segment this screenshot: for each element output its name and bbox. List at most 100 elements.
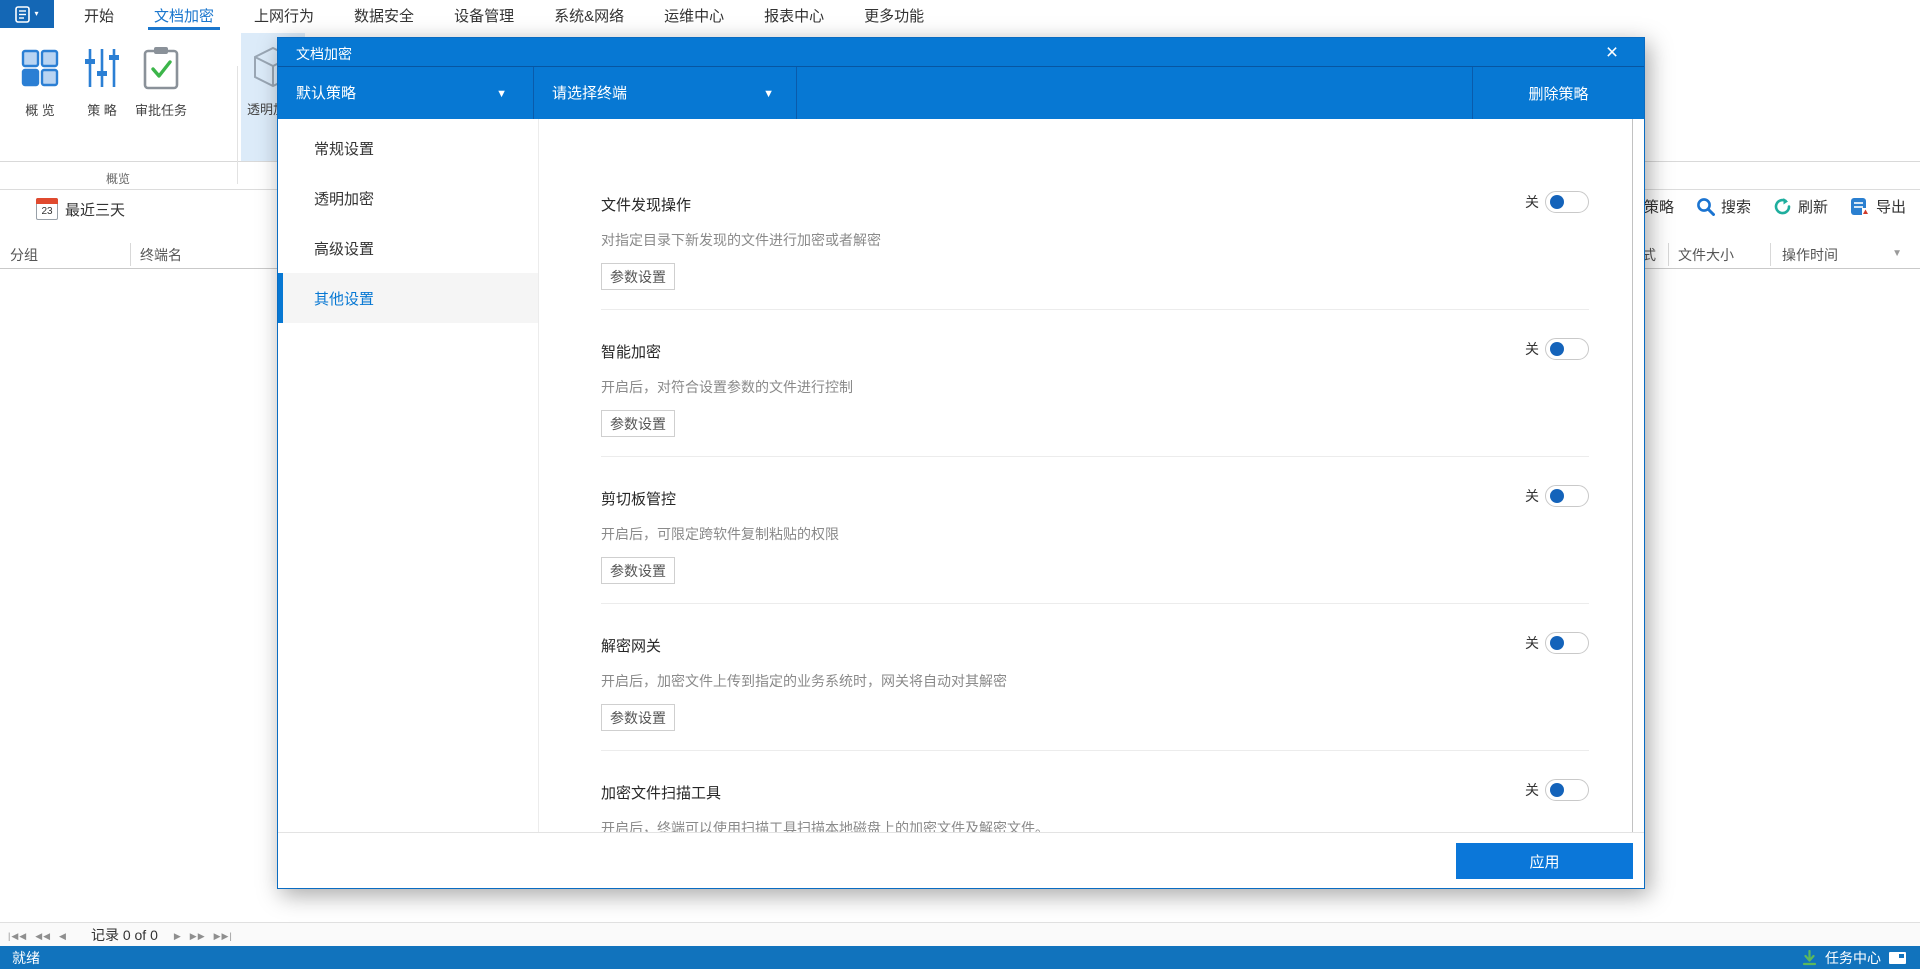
setting-section-2: 智能加密 关开启后，对符合设置参数的文件进行控制参数设置 bbox=[601, 338, 1589, 488]
toggle-switch[interactable] bbox=[1545, 338, 1589, 360]
section-divider bbox=[601, 750, 1589, 751]
param-settings-button[interactable]: 参数设置 bbox=[601, 704, 675, 731]
column-chooser-caret-icon[interactable]: ▼ bbox=[1892, 248, 1902, 259]
toggle-switch[interactable] bbox=[1545, 632, 1589, 654]
content-scrollbar[interactable] bbox=[1632, 119, 1633, 834]
dialog-sidebar-item-3[interactable]: 高级设置 bbox=[278, 223, 538, 273]
ribbon-button-label: 审批任务 bbox=[134, 103, 187, 118]
message-window-icon[interactable] bbox=[1889, 951, 1906, 964]
search-icon bbox=[1697, 198, 1715, 216]
task-center-button[interactable]: 任务中心 bbox=[1825, 948, 1881, 968]
dialog-sidebar-item-4[interactable]: 其他设置 bbox=[278, 273, 538, 323]
policy-select-dropdown[interactable]: 默认策略 ▼ bbox=[278, 67, 534, 119]
toggle-knob bbox=[1550, 342, 1564, 356]
toggle-state-label: 关 bbox=[1525, 194, 1539, 210]
toggle-wrap: 关 bbox=[1525, 191, 1589, 213]
pager-next-buttons: ▶ ▶▶ ▶▶| bbox=[174, 926, 241, 944]
pager-icon[interactable]: ▶ bbox=[174, 931, 182, 941]
app-menu-button[interactable]: ▾ bbox=[0, 0, 54, 28]
section-title: 加密文件扫描工具 bbox=[601, 785, 722, 802]
menu-tabs: 开始 文档加密 上网行为 数据安全 设备管理 系统&网络 运维中心 报表中心 更多功能 bbox=[64, 0, 944, 30]
param-settings-button[interactable]: 参数设置 bbox=[601, 263, 675, 290]
date-range-filter[interactable]: 23 最近三天 bbox=[36, 198, 125, 220]
toggle-wrap: 关 bbox=[1525, 338, 1589, 360]
toggle-knob bbox=[1550, 783, 1564, 797]
pager-icon[interactable]: ◀◀ bbox=[35, 931, 51, 941]
delete-policy-button[interactable]: 删除策略 bbox=[1472, 67, 1644, 119]
section-description: 对指定目录下新发现的文件进行加密或者解密 bbox=[601, 232, 881, 248]
column-header-group[interactable]: 分组 bbox=[10, 245, 38, 265]
policy-sliders-icon bbox=[83, 42, 121, 94]
section-description: 开启后，可限定跨软件复制粘贴的权限 bbox=[601, 526, 839, 542]
menu-tab-9[interactable]: 更多功能 bbox=[844, 0, 944, 30]
column-divider bbox=[1668, 243, 1669, 266]
toggle-switch[interactable] bbox=[1545, 779, 1589, 801]
toolbar-refresh-label: 刷新 bbox=[1797, 199, 1828, 216]
dialog-sidebar: 常规设置 透明加密 高级设置 其他设置 bbox=[278, 119, 539, 834]
toolbar-policy-label: 策略 bbox=[1643, 199, 1674, 216]
approve-clipboard-icon bbox=[142, 42, 180, 94]
toggle-switch[interactable] bbox=[1545, 191, 1589, 213]
section-title: 智能加密 bbox=[601, 344, 662, 361]
terminal-select-dropdown[interactable]: 请选择终端 ▼ bbox=[534, 67, 797, 119]
refresh-icon bbox=[1774, 198, 1791, 215]
menu-tab-5[interactable]: 设备管理 bbox=[434, 0, 534, 30]
toggle-state-label: 关 bbox=[1525, 341, 1539, 357]
menu-tab-2[interactable]: 文档加密 bbox=[134, 0, 234, 30]
ribbon-button-policy[interactable]: 策 略 bbox=[76, 34, 128, 148]
section-divider bbox=[601, 456, 1589, 457]
ribbon-button-approve-tasks[interactable]: 审批任务 bbox=[132, 34, 190, 148]
menu-tab-6[interactable]: 系统&网络 bbox=[534, 0, 644, 30]
column-header-terminal[interactable]: 终端名 bbox=[140, 245, 182, 265]
date-filter-label: 最近三天 bbox=[65, 201, 126, 219]
toolbar-export-button[interactable]: 导出 bbox=[1850, 196, 1906, 217]
menu-tab-1[interactable]: 开始 bbox=[64, 0, 134, 30]
toggle-state-label: 关 bbox=[1525, 635, 1539, 651]
ribbon-button-overview[interactable]: 概 览 bbox=[10, 34, 70, 148]
toggle-switch[interactable] bbox=[1545, 485, 1589, 507]
status-bar: 就绪 任务中心 bbox=[0, 946, 1920, 969]
toggle-state-label: 关 bbox=[1525, 782, 1539, 798]
apply-button[interactable]: 应用 bbox=[1456, 843, 1633, 879]
screen: ▾ 开始 文档加密 上网行为 数据安全 设备管理 系统&网络 运维中心 报表中心 更多功能 概 … bbox=[0, 0, 1920, 969]
menu-tab-8[interactable]: 报表中心 bbox=[744, 0, 844, 30]
pager-icon[interactable]: |◀◀ bbox=[8, 931, 27, 941]
dialog-sidebar-item-1[interactable]: 常规设置 bbox=[278, 123, 538, 173]
dialog-content: 文件发现操作关对指定目录下新发现的文件进行加密或者解密 参数设置 智能加密关开启后，… bbox=[539, 119, 1644, 834]
status-ready-text: 就绪 bbox=[12, 949, 40, 966]
column-header-filesize[interactable]: 文件大小 bbox=[1678, 245, 1734, 265]
pagination-bar: |◀◀ ◀◀ ◀ 记录 0 of 0 ▶ ▶▶ ▶▶| bbox=[0, 922, 1920, 946]
toolbar-search-label: 搜索 bbox=[1720, 199, 1751, 216]
ribbon-group-label: 概览 bbox=[105, 172, 130, 186]
menu-tab-3[interactable]: 上网行为 bbox=[234, 0, 334, 30]
dialog-sidebar-item-2[interactable]: 透明加密 bbox=[278, 173, 538, 223]
close-icon[interactable]: × bbox=[1598, 39, 1626, 66]
param-settings-button[interactable]: 参数设置 bbox=[601, 410, 675, 437]
toolbar-refresh-button[interactable]: 刷新 bbox=[1773, 196, 1828, 217]
column-header-optime[interactable]: 操作时间 bbox=[1782, 245, 1838, 265]
app-icon bbox=[15, 5, 31, 23]
menu-tab-4[interactable]: 数据安全 bbox=[334, 0, 434, 30]
pager-icon[interactable]: ▶▶ bbox=[190, 931, 206, 941]
pager-icon[interactable]: ▶▶| bbox=[214, 931, 233, 941]
param-settings-button[interactable]: 参数设置 bbox=[601, 557, 675, 584]
setting-section-3: 剪切板管控 关开启后，可限定跨软件复制粘贴的权限 参数设置 bbox=[601, 485, 1589, 635]
dialog-titlebar: 文档加密 × bbox=[278, 38, 1644, 67]
column-divider bbox=[130, 243, 131, 266]
pager-icon[interactable]: ◀ bbox=[59, 931, 67, 941]
toolbar-search-button[interactable]: 搜索 bbox=[1696, 196, 1751, 217]
column-divider bbox=[1770, 243, 1771, 266]
dialog-body: 常规设置 透明加密 高级设置 其他设置 文件发现操作关对指定目录下新发现的文件进行加密… bbox=[278, 119, 1644, 834]
record-count-text: 记录 0 of 0 bbox=[90, 926, 158, 943]
section-title: 解密网关 bbox=[601, 638, 662, 655]
dialog-toolbar: 默认策略 ▼ 请选择终端 ▼ 删除策略 bbox=[278, 67, 1644, 119]
chevron-down-icon: ▼ bbox=[763, 88, 774, 100]
dialog-footer: 应用 bbox=[278, 832, 1644, 888]
chevron-down-icon: ▾ bbox=[34, 9, 39, 18]
menu-tab-7[interactable]: 运维中心 bbox=[644, 0, 744, 30]
setting-section-5: 加密文件扫描工具关开启后，终端可以使用扫描工具扫描本地磁盘上的加密文件及解密文件… bbox=[601, 779, 1589, 834]
document-encryption-dialog: 文档加密 × 默认策略 ▼ 请选择终端 ▼ 删除策略 常规设置 透明加密 高级设置其… bbox=[277, 37, 1645, 889]
section-description: 开启后，对符合设置参数的文件进行控制 bbox=[601, 379, 853, 395]
setting-section-4: 解密网关 关开启后，加密文件上传到指定的业务系统时，网关将自动对其解密 参数设置 bbox=[601, 632, 1589, 782]
toggle-knob bbox=[1550, 636, 1564, 650]
